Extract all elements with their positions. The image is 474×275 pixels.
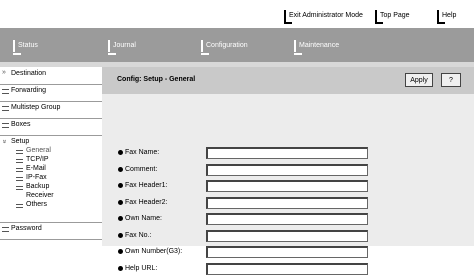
field-label: Comment: <box>125 165 158 173</box>
sidebar-item-label: Password <box>11 225 42 232</box>
menu-item-icon <box>16 204 23 208</box>
menu-item-icon <box>16 177 23 181</box>
sidebar-item-label: Setup <box>11 138 30 145</box>
field-input[interactable] <box>206 262 368 275</box>
bullet-icon <box>118 183 123 188</box>
field-label: Fax Name: <box>125 149 160 156</box>
bullet-icon <box>118 150 123 155</box>
field-input[interactable] <box>206 196 368 209</box>
double-arrow-down-icon: » <box>0 139 8 144</box>
sidebar-item-label: Destination <box>11 70 47 77</box>
sidebar-item-password[interactable]: Password <box>0 222 102 240</box>
bullet-icon <box>118 232 123 238</box>
content-panel: Config: Setup - General Apply ? Fax Name… <box>102 67 474 275</box>
page-title: Config: Setup - General <box>117 76 196 83</box>
field-input[interactable] <box>206 246 368 258</box>
menu-item-icon <box>16 150 23 154</box>
menu-item-icon <box>2 227 9 232</box>
sidebar-subitem-general[interactable]: General <box>26 147 51 154</box>
top-links-bar: Exit Administrator Mode Top Page Help <box>0 0 474 28</box>
sidebar-item-label: Boxes <box>11 121 31 128</box>
sidebar-subitem-tcpip[interactable]: TCP/IP <box>26 156 49 163</box>
sidebar-subitem-receiver[interactable]: Receiver <box>26 192 54 199</box>
sidebar-item-label: Multistep Group <box>11 104 61 111</box>
bullet-icon <box>118 249 123 254</box>
field-input[interactable] <box>206 213 368 225</box>
field-input[interactable] <box>206 163 368 176</box>
sidebar-subitem-ipfax[interactable]: IP-Fax <box>26 174 47 181</box>
field-label: Own Number(G3): <box>125 248 183 255</box>
sidebar-item-boxes[interactable]: Boxes <box>0 118 102 136</box>
help-button[interactable]: ? <box>441 73 461 87</box>
sidebar-item-setup[interactable]: » Setup General TCP/IP E-Mail IP-Fax Bac… <box>0 135 102 223</box>
apply-button[interactable]: Apply <box>405 73 433 87</box>
field-label: Fax No.: <box>125 231 152 239</box>
sidebar-subitem-email[interactable]: E-Mail <box>26 165 46 172</box>
field-label: Help URL: <box>125 264 158 272</box>
menu-item-icon <box>2 106 9 111</box>
menu-item-icon <box>2 123 9 128</box>
sidebar-item-destination[interactable]: » Destination <box>0 67 102 85</box>
sidebar-subitem-backup[interactable]: Backup <box>26 183 49 190</box>
field-label: Fax Header2: <box>125 198 168 206</box>
bullet-icon <box>118 199 123 205</box>
tab-configuration[interactable]: Configuration <box>201 40 248 55</box>
field-input[interactable] <box>206 229 368 242</box>
tab-maintenance[interactable]: Maintenance <box>294 40 339 55</box>
tab-journal[interactable]: Journal <box>108 40 136 55</box>
sidebar: » Destination Forwarding Multistep Group… <box>0 67 103 246</box>
tab-status[interactable]: Status <box>13 40 38 55</box>
menu-item-icon <box>16 186 23 190</box>
bullet-icon <box>118 216 123 221</box>
bullet-icon <box>118 265 123 271</box>
sidebar-item-forwarding[interactable]: Forwarding <box>0 84 102 102</box>
field-input[interactable] <box>206 180 368 192</box>
help-link[interactable]: Help <box>437 10 456 24</box>
bullet-icon <box>118 166 123 172</box>
menu-item-icon <box>2 89 9 94</box>
top-page-link[interactable]: Top Page <box>375 10 410 24</box>
menu-item-icon <box>16 168 23 172</box>
double-arrow-icon: » <box>2 69 6 76</box>
field-input[interactable] <box>206 147 368 159</box>
sidebar-item-multistep-group[interactable]: Multistep Group <box>0 101 102 119</box>
main-nav-bar: Status Journal Configuration Maintenance <box>0 28 474 62</box>
field-label: Own Name: <box>125 215 162 222</box>
content-title-bar: Config: Setup - General Apply ? <box>102 67 474 94</box>
menu-item-icon <box>16 159 23 163</box>
field-label: Fax Header1: <box>125 182 168 189</box>
exit-admin-mode-link[interactable]: Exit Administrator Mode <box>284 10 363 24</box>
sidebar-item-label: Forwarding <box>11 87 47 94</box>
sidebar-subitem-others[interactable]: Others <box>26 201 47 208</box>
